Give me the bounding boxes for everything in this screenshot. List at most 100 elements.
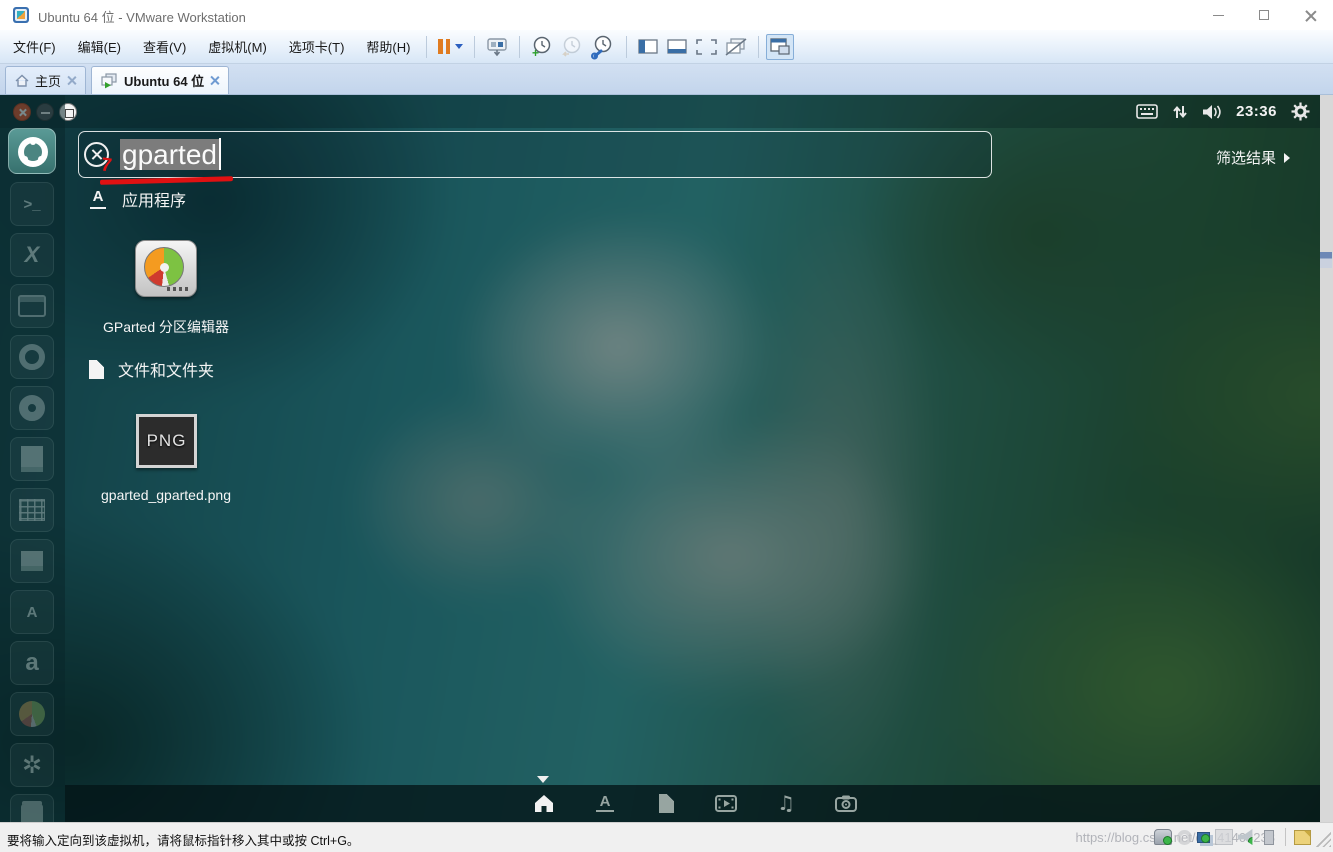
svg-text:+: + <box>532 46 539 60</box>
snapshot-manage-icon <box>591 36 615 58</box>
lens-applications[interactable]: A <box>592 790 618 816</box>
gparted-drive-icon <box>11 693 53 735</box>
amazon-icon: a <box>11 642 53 684</box>
show-library-button[interactable] <box>634 34 663 60</box>
network-adapter-icon[interactable] <box>1197 832 1210 843</box>
lens-videos[interactable] <box>713 790 739 816</box>
launcher-item-libreoffice-impress[interactable] <box>10 539 54 583</box>
minimize-button[interactable] <box>1195 0 1241 30</box>
launcher-item-firefox[interactable] <box>10 386 54 430</box>
maximize-button[interactable] <box>1241 0 1287 30</box>
launcher-item-gparted[interactable] <box>10 692 54 736</box>
launcher-item-trash[interactable] <box>10 794 54 822</box>
network-arrows-icon[interactable] <box>1172 104 1188 120</box>
lens-home[interactable] <box>531 790 557 816</box>
tab-close-icon[interactable] <box>210 76 219 85</box>
console-view-button[interactable] <box>766 34 794 60</box>
unity-mode-button[interactable] <box>721 34 751 60</box>
launcher-item-amazon[interactable]: a <box>10 641 54 685</box>
take-snapshot-button[interactable]: + <box>527 34 557 60</box>
tab-home[interactable]: 主页 <box>5 66 86 94</box>
vm-display: 23:36 >_ X A <box>0 95 1320 822</box>
launcher-item-libreoffice-writer[interactable] <box>10 437 54 481</box>
text-caret <box>219 138 221 170</box>
vmware-workstation-window: Ubuntu 64 位 - VMware Workstation 文件(F) 编… <box>0 0 1333 852</box>
window-titlebar: Ubuntu 64 位 - VMware Workstation <box>0 0 1333 30</box>
resize-grip[interactable] <box>1315 831 1331 847</box>
chevron-down-icon[interactable] <box>455 44 463 49</box>
menu-edit[interactable]: 编辑(E) <box>69 33 130 60</box>
launcher-item-system-settings[interactable]: ✲ <box>10 743 54 787</box>
clock[interactable]: 23:36 <box>1236 103 1277 120</box>
menu-tabs[interactable]: 选项卡(T) <box>280 33 354 60</box>
volume-icon[interactable] <box>1202 104 1222 120</box>
sound-icon[interactable] <box>1238 829 1256 845</box>
filter-results-label: 筛选结果 <box>1216 147 1276 168</box>
section-applications-title: 应用程序 <box>122 187 186 211</box>
videos-lens-icon <box>715 795 737 812</box>
launcher-item-terminal[interactable]: >_ <box>10 182 54 226</box>
printer-icon[interactable] <box>1215 829 1233 845</box>
manage-snapshots-button[interactable] <box>587 34 619 60</box>
filter-results-button[interactable]: 筛选结果 <box>1216 147 1290 168</box>
device-indicators <box>1154 828 1311 846</box>
session-gear-icon[interactable] <box>1291 102 1310 121</box>
cd-rom-icon[interactable] <box>1177 830 1192 845</box>
pause-icon <box>438 39 450 54</box>
launcher-item-ubuntu-dash[interactable] <box>8 128 56 174</box>
menu-vm[interactable]: 虚拟机(M) <box>199 33 276 60</box>
tab-vm-label: Ubuntu 64 位 <box>124 71 204 90</box>
gparted-app-icon[interactable] <box>135 240 197 297</box>
lens-files[interactable] <box>653 790 679 816</box>
home-icon <box>533 793 555 813</box>
unity-top-panel: 23:36 <box>0 95 1320 128</box>
lens-music[interactable]: ♫ <box>773 790 799 816</box>
hard-disk-icon[interactable] <box>1154 829 1172 845</box>
tab-close-icon[interactable] <box>67 76 76 85</box>
trash-icon <box>11 795 53 822</box>
lens-photos[interactable] <box>833 790 859 816</box>
result-png-label: gparted_gparted.png <box>101 487 231 503</box>
vmware-logo-icon <box>13 7 29 23</box>
launcher-item-chromium[interactable] <box>10 335 54 379</box>
close-button[interactable] <box>1287 0 1333 30</box>
fullscreen-icon <box>696 39 717 55</box>
section-files-title: 文件和文件夹 <box>118 357 214 381</box>
host-desktop-strip <box>1320 95 1333 822</box>
png-thumbnail[interactable]: PNG <box>136 414 197 468</box>
menu-help[interactable]: 帮助(H) <box>357 33 419 60</box>
power-pause-button[interactable] <box>434 34 467 60</box>
music-lens-icon: ♫ <box>777 791 795 815</box>
host-desktop-icon-fragment <box>1320 252 1332 268</box>
launcher-item-libreoffice-calc[interactable] <box>10 488 54 532</box>
dash-collapse-icon[interactable] <box>537 776 549 783</box>
menu-file[interactable]: 文件(F) <box>4 33 65 60</box>
terminal-icon: >_ <box>11 183 53 225</box>
keyboard-icon[interactable] <box>1136 104 1158 119</box>
result-gparted-label: GParted 分区编辑器 <box>103 317 229 337</box>
thumbnail-bar-icon <box>667 39 688 55</box>
status-message: 要将输入定向到该虚拟机，请将鼠标指针移入其中或按 Ctrl+G。 <box>7 830 359 849</box>
vscode-icon: X <box>11 234 53 276</box>
section-files: 文件和文件夹 <box>89 357 214 381</box>
home-tab-icon <box>15 74 29 87</box>
chromium-icon <box>11 336 53 378</box>
software-bag-icon: A <box>11 591 53 633</box>
launcher-item-archive-manager[interactable] <box>10 284 54 328</box>
send-ctrl-alt-del-button[interactable] <box>482 34 512 60</box>
revert-snapshot-button[interactable] <box>557 34 587 60</box>
chevron-right-icon <box>1284 153 1290 163</box>
launcher-item-vscode[interactable]: X <box>10 233 54 277</box>
statusbar: 要将输入定向到该虚拟机，请将鼠标指针移入其中或按 Ctrl+G。 https:/… <box>0 822 1333 852</box>
show-thumbnail-bar-button[interactable] <box>663 34 692 60</box>
search-text: gparted <box>120 132 221 177</box>
message-log-icon[interactable] <box>1294 830 1311 845</box>
launcher-item-ubuntu-software[interactable]: A <box>10 590 54 634</box>
menu-view[interactable]: 查看(V) <box>134 33 195 60</box>
applications-lens-icon: A <box>88 189 108 209</box>
ctrl-alt-del-icon <box>486 37 508 57</box>
usb-device-icon[interactable] <box>1264 830 1274 845</box>
fullscreen-button[interactable] <box>692 34 721 60</box>
tab-ubuntu-vm[interactable]: Ubuntu 64 位 <box>91 66 229 94</box>
lens-bar: A ♫ <box>65 785 1320 822</box>
